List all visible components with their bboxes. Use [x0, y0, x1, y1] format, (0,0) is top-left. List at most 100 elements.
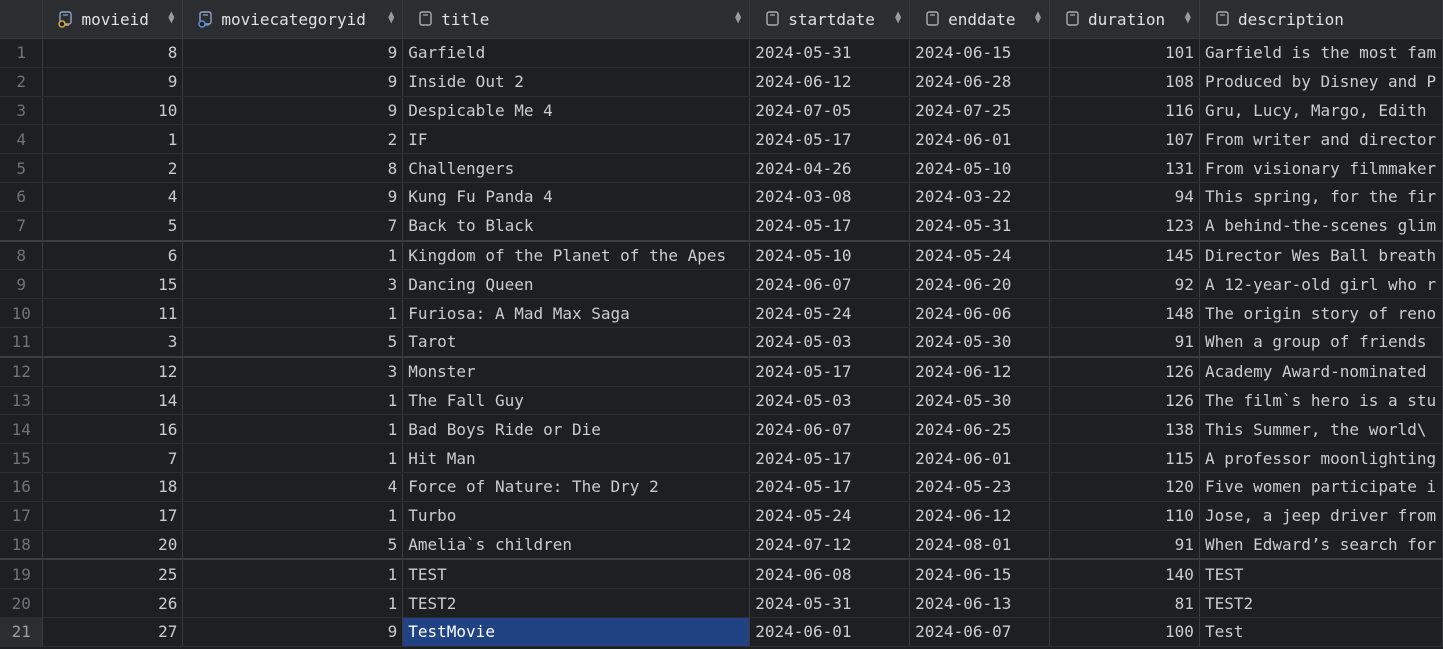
cell-movieid[interactable]: 6 [42, 240, 184, 271]
cell-duration[interactable]: 120 [1049, 472, 1200, 502]
table-row[interactable]: 18 20 5 Amelia`s children 2024-07-12 2024-08-… [0, 530, 1443, 561]
cell-title[interactable]: Dancing Queen [402, 269, 751, 300]
cell-startdate[interactable]: 2024-06-07 [749, 414, 911, 445]
cell-description[interactable]: Garfield is the most fam [1199, 38, 1443, 68]
row-number[interactable]: 7 [0, 211, 44, 242]
cell-enddate[interactable]: 2024-06-12 [909, 501, 1051, 531]
cell-title[interactable]: Kingdom of the Planet of the Apes [402, 240, 751, 271]
cell-movieid[interactable]: 11 [42, 298, 184, 328]
cell-startdate[interactable]: 2024-05-17 [749, 443, 911, 473]
cell-title[interactable]: IF [402, 124, 751, 155]
row-number[interactable]: 17 [0, 501, 44, 531]
cell-movieid[interactable]: 5 [42, 211, 184, 242]
cell-moviecategoryid[interactable]: 1 [182, 414, 404, 445]
cell-description[interactable]: A 12-year-old girl who r [1199, 269, 1443, 300]
cell-description[interactable]: TEST2 [1199, 588, 1443, 618]
row-number[interactable]: 1 [0, 38, 44, 68]
column-header-movieid[interactable]: movieid ▲ ▼ [42, 0, 184, 39]
cell-enddate[interactable]: 2024-05-24 [909, 240, 1051, 271]
column-header-description[interactable]: description [1199, 0, 1443, 39]
cell-description[interactable]: The origin story of reno [1199, 298, 1443, 328]
cell-description[interactable]: Academy Award-nominated [1199, 356, 1443, 387]
cell-title[interactable]: Hit Man [402, 443, 751, 473]
cell-description[interactable]: Produced by Disney and P [1199, 67, 1443, 97]
cell-movieid[interactable]: 1 [42, 124, 184, 155]
table-row[interactable]: 19 25 1 TEST 2024-06-08 2024-06-15 140 TEST [0, 559, 1443, 590]
cell-duration[interactable]: 94 [1049, 182, 1200, 212]
cell-movieid[interactable]: 26 [42, 588, 184, 618]
cell-enddate[interactable]: 2024-05-30 [909, 327, 1051, 358]
cell-movieid[interactable]: 20 [42, 530, 184, 561]
cell-movieid[interactable]: 4 [42, 182, 184, 212]
cell-description[interactable]: A behind-the-scenes glim [1199, 211, 1443, 242]
cell-startdate[interactable]: 2024-05-17 [749, 124, 911, 155]
cell-duration[interactable]: 140 [1049, 559, 1200, 590]
cell-title[interactable]: Garfield [402, 38, 751, 68]
cell-duration[interactable]: 126 [1049, 356, 1200, 387]
cell-duration[interactable]: 123 [1049, 211, 1200, 242]
cell-moviecategoryid[interactable]: 4 [182, 472, 404, 502]
cell-enddate[interactable]: 2024-06-15 [909, 559, 1051, 590]
row-number[interactable]: 16 [0, 472, 44, 502]
table-row[interactable]: 10 11 1 Furiosa: A Mad Max Saga 2024-05-24 20… [0, 298, 1443, 328]
table-row[interactable]: 7 5 7 Back to Black 2024-05-17 2024-05-31 123 A… [0, 211, 1443, 242]
cell-duration[interactable]: 115 [1049, 443, 1200, 473]
row-number[interactable]: 21 [0, 617, 44, 647]
cell-duration[interactable]: 92 [1049, 269, 1200, 300]
cell-movieid[interactable]: 17 [42, 501, 184, 531]
cell-duration[interactable]: 101 [1049, 38, 1200, 68]
cell-enddate[interactable]: 2024-06-15 [909, 38, 1051, 68]
table-row[interactable]: 12 12 3 Monster 2024-05-17 2024-06-12 126 Acade… [0, 356, 1443, 387]
cell-startdate[interactable]: 2024-05-31 [749, 588, 911, 618]
cell-enddate[interactable]: 2024-05-10 [909, 153, 1051, 183]
cell-moviecategoryid[interactable]: 9 [182, 67, 404, 97]
cell-duration[interactable]: 108 [1049, 67, 1200, 97]
row-number[interactable]: 18 [0, 530, 44, 561]
row-number[interactable]: 13 [0, 386, 44, 416]
cell-startdate[interactable]: 2024-05-24 [749, 298, 911, 328]
cell-enddate[interactable]: 2024-05-31 [909, 211, 1051, 242]
cell-description[interactable]: When a group of friends [1199, 327, 1443, 358]
cell-description[interactable]: Gru, Lucy, Margo, Edith [1199, 96, 1443, 126]
column-header-moviecategoryid[interactable]: moviecategoryid ▲ ▼ [182, 0, 404, 39]
cell-startdate[interactable]: 2024-05-31 [749, 38, 911, 68]
cell-title[interactable]: Challengers [402, 153, 751, 183]
cell-title[interactable]: Back to Black [402, 211, 751, 242]
cell-startdate[interactable]: 2024-03-08 [749, 182, 911, 212]
cell-duration[interactable]: 91 [1049, 530, 1200, 561]
cell-startdate[interactable]: 2024-04-26 [749, 153, 911, 183]
cell-moviecategoryid[interactable]: 5 [182, 530, 404, 561]
cell-moviecategoryid[interactable]: 9 [182, 96, 404, 126]
row-number[interactable]: 6 [0, 182, 44, 212]
sort-toggle-icon[interactable]: ▲ ▼ [388, 10, 394, 26]
cell-duration[interactable]: 138 [1049, 414, 1200, 445]
cell-startdate[interactable]: 2024-05-17 [749, 472, 911, 502]
cell-description[interactable]: This spring, for the fir [1199, 182, 1443, 212]
cell-movieid[interactable]: 3 [42, 327, 184, 358]
row-number[interactable]: 3 [0, 96, 44, 126]
table-row[interactable]: 11 3 5 Tarot 2024-05-03 2024-05-30 91 When a gr… [0, 327, 1443, 358]
sort-toggle-icon[interactable]: ▲ ▼ [895, 10, 901, 26]
cell-startdate[interactable]: 2024-05-03 [749, 327, 911, 358]
cell-description[interactable]: Director Wes Ball breath [1199, 240, 1443, 271]
cell-startdate[interactable]: 2024-07-12 [749, 530, 911, 561]
cell-moviecategoryid[interactable]: 5 [182, 327, 404, 358]
row-number[interactable]: 14 [0, 414, 44, 445]
sort-toggle-icon[interactable]: ▲ ▼ [735, 10, 741, 26]
cell-movieid[interactable]: 16 [42, 414, 184, 445]
row-number[interactable]: 5 [0, 153, 44, 183]
cell-startdate[interactable]: 2024-05-10 [749, 240, 911, 271]
cell-startdate[interactable]: 2024-05-24 [749, 501, 911, 531]
cell-moviecategoryid[interactable]: 2 [182, 124, 404, 155]
cell-duration[interactable]: 116 [1049, 96, 1200, 126]
cell-enddate[interactable]: 2024-06-28 [909, 67, 1051, 97]
cell-enddate[interactable]: 2024-06-01 [909, 124, 1051, 155]
column-header-title[interactable]: title ▲ ▼ [402, 0, 751, 39]
cell-enddate[interactable]: 2024-08-01 [909, 530, 1051, 561]
column-header-duration[interactable]: duration ▲ ▼ [1049, 0, 1200, 39]
cell-enddate[interactable]: 2024-06-13 [909, 588, 1051, 618]
cell-description[interactable]: From writer and director [1199, 124, 1443, 155]
cell-title[interactable]: The Fall Guy [402, 386, 751, 416]
cell-moviecategoryid[interactable]: 1 [182, 501, 404, 531]
cell-moviecategoryid[interactable]: 1 [182, 240, 404, 271]
